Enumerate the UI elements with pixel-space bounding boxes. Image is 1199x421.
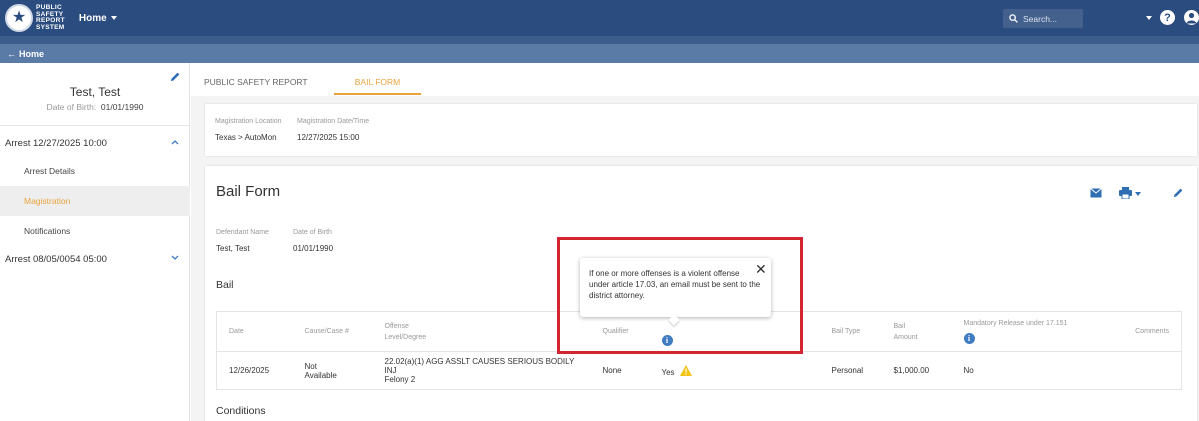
magistration-card: Magistration Location Texas > AutoMon Ma… xyxy=(205,104,1197,156)
user-account-icon[interactable] xyxy=(1184,10,1199,25)
logo-text: PUBLIC SAFETY REPORT SYSTEM xyxy=(36,4,65,31)
chevron-down-icon xyxy=(110,16,117,20)
warning-icon xyxy=(679,364,692,376)
bail-form-title: Bail Form xyxy=(216,183,281,200)
chevron-down-icon xyxy=(171,255,179,260)
home-menu-dropdown[interactable]: Home xyxy=(79,13,117,24)
defendant-name-label: Defendant Name xyxy=(216,229,269,236)
bail-section-title: Bail xyxy=(216,279,234,291)
col-mandatory-release: Mandatory Release under 17.151 i xyxy=(957,311,1123,352)
search-input[interactable]: Search... xyxy=(1003,9,1083,28)
chevron-up-icon xyxy=(171,140,179,145)
defendant-dob-value: 01/01/1990 xyxy=(293,244,334,253)
cell-qualifier: None xyxy=(602,366,622,375)
sidebar-arrest-1[interactable]: Arrest 12/27/2025 10:00 xyxy=(0,131,190,155)
cell-cause: Not Available xyxy=(304,361,337,380)
cell-comments xyxy=(1123,352,1182,390)
col-date: Date xyxy=(216,311,299,352)
table-row: 12/26/2025 Not Available 22.02(a)(1) AGG… xyxy=(217,352,1182,390)
arrest-2-label: Arrest 08/05/0054 05:00 xyxy=(5,253,107,265)
defendant-name-value: Test, Test xyxy=(216,244,250,253)
search-placeholder: Search... xyxy=(1023,13,1058,24)
col-bail-type: Bail Type xyxy=(825,311,888,352)
cell-offense: 22.02(a)(1) AGG ASSLT CAUSES SERIOUS BOD… xyxy=(384,357,575,384)
col-comments: Comments xyxy=(1122,311,1182,352)
tab-bail-form[interactable]: BAIL FORM xyxy=(334,63,421,95)
search-dropdown-chevron-icon[interactable] xyxy=(1146,16,1152,20)
tab-public-safety-report[interactable]: PUBLIC SAFETY REPORT xyxy=(204,63,334,95)
cell-mandatory-release: No xyxy=(963,366,974,375)
help-icon[interactable]: ? xyxy=(1160,10,1175,25)
search-icon xyxy=(1009,14,1018,23)
arrest-1-label: Arrest 12/27/2025 10:00 xyxy=(5,137,107,149)
magistration-datetime-label: Magistration Date/Time xyxy=(297,118,370,125)
person-header: Test, Test Date of Birth: 01/01/1990 xyxy=(0,63,189,126)
defendant-dob-label: Date of Birth xyxy=(293,229,332,236)
star-seal-icon: ★ xyxy=(5,4,33,32)
person-dob: Date of Birth: 01/01/1990 xyxy=(46,102,144,112)
tab-bar: PUBLIC SAFETY REPORT BAIL FORM xyxy=(204,63,421,95)
mandatory-release-info-icon[interactable]: i xyxy=(963,332,975,344)
cell-violent-offense: Yes xyxy=(656,352,826,390)
magistration-datetime-value: 12/27/2025 15:00 xyxy=(297,133,360,142)
magistration-location-label: Magistration Location xyxy=(215,118,282,125)
person-name: Test, Test xyxy=(69,85,121,99)
sidebar-arrest-2[interactable]: Arrest 08/05/0054 05:00 xyxy=(0,247,190,271)
back-home-link[interactable]: Home xyxy=(19,49,44,59)
conditions-section-title: Conditions xyxy=(216,405,266,417)
top-navigation-bar: ★ PUBLIC SAFETY REPORT SYSTEM Home Searc… xyxy=(0,0,1199,36)
highlight-annotation-box xyxy=(557,237,803,354)
print-icon[interactable] xyxy=(1119,187,1132,199)
sidebar-item-notifications[interactable]: Notifications xyxy=(0,216,190,246)
back-navigation-bar: ← Home xyxy=(0,44,1199,63)
edit-pencil-icon[interactable] xyxy=(170,71,181,82)
email-icon[interactable] xyxy=(1090,188,1102,198)
sidebar: Test, Test Date of Birth: 01/01/1990 Arr… xyxy=(0,63,190,421)
app-logo[interactable]: ★ PUBLIC SAFETY REPORT SYSTEM xyxy=(5,4,65,32)
magistration-location-value: Texas > AutoMon xyxy=(215,133,277,142)
print-dropdown-chevron-icon[interactable] xyxy=(1135,192,1141,196)
cell-bail-type: Personal xyxy=(831,366,864,375)
cell-date: 12/26/2025 xyxy=(229,366,270,375)
header-divider xyxy=(0,36,1199,44)
back-arrow-icon[interactable]: ← xyxy=(7,49,16,59)
col-cause: Cause/Case # xyxy=(298,311,379,352)
home-menu-label: Home xyxy=(78,12,107,24)
edit-pencil-icon[interactable] xyxy=(1173,187,1184,198)
sidebar-item-magistration[interactable]: Magistration xyxy=(0,186,190,216)
col-bail-amount: Bail Amount xyxy=(887,311,958,352)
cell-bail-amount: $1,000.00 xyxy=(893,366,930,375)
sidebar-item-arrest-details[interactable]: Arrest Details xyxy=(0,156,190,186)
